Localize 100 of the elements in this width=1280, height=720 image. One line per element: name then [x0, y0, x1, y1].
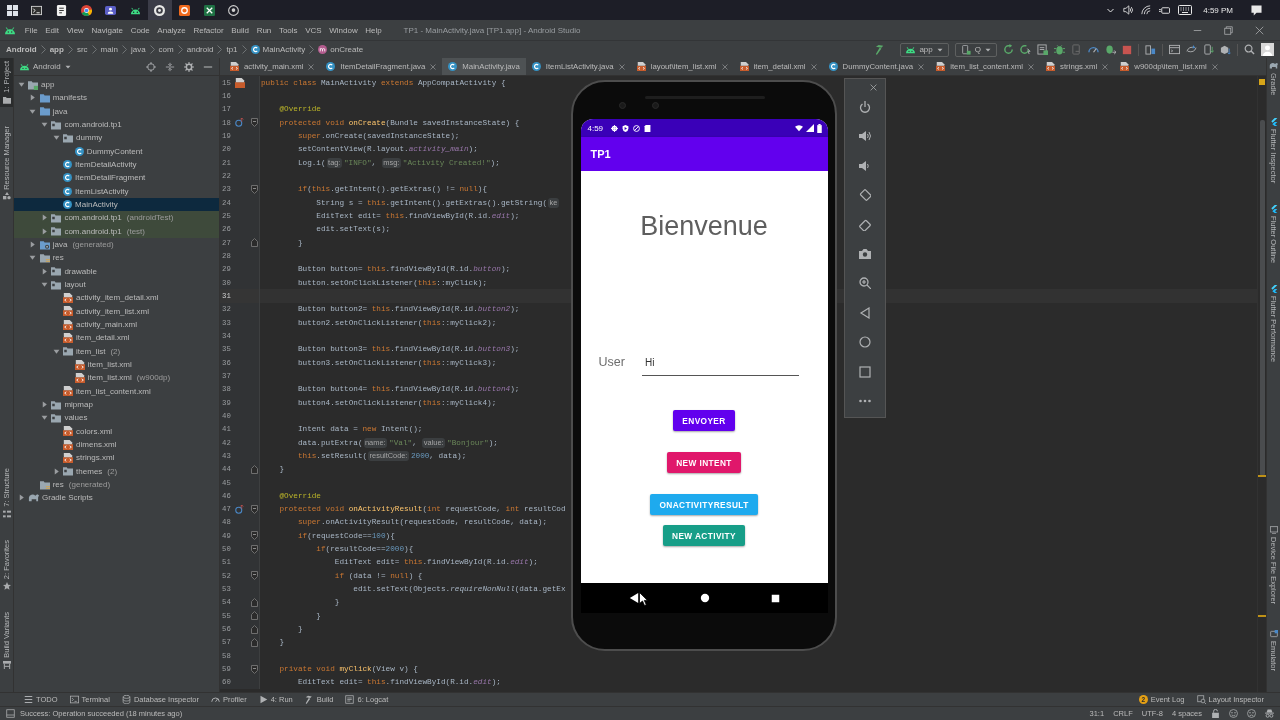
- volume-down-icon[interactable]: [859, 159, 871, 172]
- tree-item[interactable]: drawable: [14, 264, 219, 278]
- rerun-icon[interactable]: [1003, 44, 1014, 55]
- close-icon[interactable]: [918, 63, 925, 70]
- menu-item[interactable]: Window: [325, 25, 362, 35]
- tree-arrow-icon[interactable]: [52, 347, 60, 355]
- tree-item[interactable]: themes (2): [14, 464, 219, 478]
- menu-item[interactable]: Refactor: [189, 25, 228, 35]
- taskbar-button[interactable]: [147, 0, 173, 20]
- menu-item[interactable]: Tools: [275, 25, 302, 35]
- tree-item[interactable]: item_list.xml: [14, 357, 219, 372]
- ring-app-icon[interactable]: [228, 4, 240, 16]
- tree-item[interactable]: manifests: [14, 91, 219, 105]
- phone-download-icon[interactable]: [1203, 44, 1214, 55]
- tree-arrow-icon[interactable]: [40, 414, 48, 422]
- lock-icon[interactable]: [1211, 709, 1220, 718]
- menu-item[interactable]: Run: [252, 25, 276, 35]
- sync-icon[interactable]: [1186, 44, 1197, 55]
- file-list-icon[interactable]: [1037, 44, 1048, 55]
- camera-icon[interactable]: [859, 247, 871, 260]
- tree-item[interactable]: item_list (2): [14, 344, 219, 358]
- close-icon[interactable]: [1211, 63, 1218, 70]
- tree-item[interactable]: activity_main.xml: [14, 317, 219, 332]
- gauge-icon[interactable]: [1088, 44, 1099, 55]
- box-download-icon[interactable]: [1220, 44, 1231, 55]
- device-dropdown[interactable]: Q: [954, 42, 997, 57]
- incognito-icon[interactable]: [1265, 709, 1274, 718]
- app-button[interactable]: NEW INTENT: [667, 452, 741, 473]
- breadcrumb-item[interactable]: main: [100, 45, 118, 54]
- tree-arrow-icon[interactable]: [40, 227, 48, 235]
- tree-arrow-icon[interactable]: [29, 94, 37, 102]
- panel-toggle-icon[interactable]: [6, 709, 15, 718]
- tree-item[interactable]: ItemDetailActivity: [14, 157, 219, 172]
- breadcrumb-item[interactable]: src: [76, 45, 88, 54]
- elephant-icon[interactable]: [1269, 61, 1278, 70]
- tree-arrow-icon[interactable]: [40, 214, 48, 222]
- close-icon[interactable]: [810, 63, 817, 70]
- menu-item[interactable]: Code: [126, 25, 154, 35]
- keyboard-icon[interactable]: [1178, 5, 1193, 15]
- tree-item[interactable]: com.android.tp1 (androidTest): [14, 211, 219, 225]
- project-view-dropdown[interactable]: Android: [20, 62, 71, 71]
- tree-item[interactable]: Gradle Scripts: [14, 491, 219, 505]
- tree-item[interactable]: java (generated): [14, 237, 219, 252]
- tree-item[interactable]: DummyContent: [14, 144, 219, 158]
- face-icon[interactable]: [1247, 709, 1256, 718]
- tree-item[interactable]: dimens.xml: [14, 437, 219, 452]
- close-icon[interactable]: [1102, 63, 1109, 70]
- stop-icon[interactable]: [1122, 44, 1132, 55]
- menu-item[interactable]: VCS: [301, 25, 326, 35]
- notification-icon[interactable]: [1251, 4, 1262, 16]
- rotate-right-icon[interactable]: [859, 218, 871, 231]
- tree-item[interactable]: values: [14, 411, 219, 425]
- close-icon[interactable]: [1255, 25, 1264, 35]
- browser-icon[interactable]: [80, 4, 92, 16]
- tree-item[interactable]: strings.xml: [14, 451, 219, 465]
- tree-item[interactable]: res: [14, 251, 219, 265]
- tree-item[interactable]: ItemListActivity: [14, 184, 219, 198]
- tree-arrow-icon[interactable]: [29, 254, 37, 262]
- volume-up-icon[interactable]: [859, 130, 871, 143]
- close-icon[interactable]: [721, 63, 728, 70]
- tree-arrow-icon[interactable]: [52, 134, 60, 142]
- square-app-icon[interactable]: [178, 4, 190, 16]
- tree-arrow-icon[interactable]: [29, 241, 37, 249]
- scrollbar-thumb[interactable]: [1260, 120, 1265, 476]
- tree-arrow-icon[interactable]: [40, 267, 48, 275]
- close-icon[interactable]: [308, 63, 315, 70]
- tree-item[interactable]: ItemDetailFragment: [14, 171, 219, 185]
- menu-item[interactable]: Build: [227, 25, 253, 35]
- clock[interactable]: 4:59 PM: [1203, 5, 1233, 15]
- tree-item[interactable]: java: [14, 104, 219, 118]
- breadcrumb-item[interactable]: app: [49, 45, 64, 54]
- overview-icon[interactable]: [770, 593, 780, 603]
- rotate-left-icon[interactable]: [859, 189, 871, 202]
- breadcrumb-item[interactable]: tp1: [226, 45, 238, 54]
- close-icon[interactable]: [618, 63, 625, 70]
- run-config-dropdown[interactable]: app: [900, 42, 949, 57]
- tree-item[interactable]: dummy: [14, 131, 219, 145]
- tree-arrow-icon[interactable]: [40, 401, 48, 409]
- battery-icon[interactable]: [1159, 4, 1171, 16]
- tree-arrow-icon[interactable]: [17, 494, 25, 502]
- close-icon[interactable]: [870, 84, 877, 91]
- menu-item[interactable]: Help: [361, 25, 386, 35]
- windows-icon[interactable]: [6, 4, 18, 16]
- wifi-icon[interactable]: [1141, 5, 1152, 15]
- breadcrumb-item[interactable]: com: [158, 45, 174, 54]
- speaker-icon[interactable]: [1123, 5, 1134, 15]
- home-icon[interactable]: [699, 593, 710, 603]
- terminal-icon[interactable]: [31, 4, 43, 16]
- tree-arrow-icon[interactable]: [17, 81, 25, 89]
- back-icon[interactable]: [628, 593, 639, 603]
- tree-item[interactable]: app: [14, 78, 219, 92]
- record-app-icon[interactable]: [154, 4, 166, 16]
- close-icon[interactable]: [1028, 63, 1034, 70]
- menu-item[interactable]: Navigate: [87, 25, 127, 35]
- close-icon[interactable]: [430, 63, 437, 70]
- tree-item[interactable]: activity_item_list.xml: [14, 304, 219, 318]
- tree-item[interactable]: item_detail.xml: [14, 331, 219, 345]
- breadcrumb-item[interactable]: java: [130, 45, 146, 54]
- device-manager-icon[interactable]: [1145, 44, 1156, 55]
- tree-item[interactable]: mipmap: [14, 397, 219, 412]
